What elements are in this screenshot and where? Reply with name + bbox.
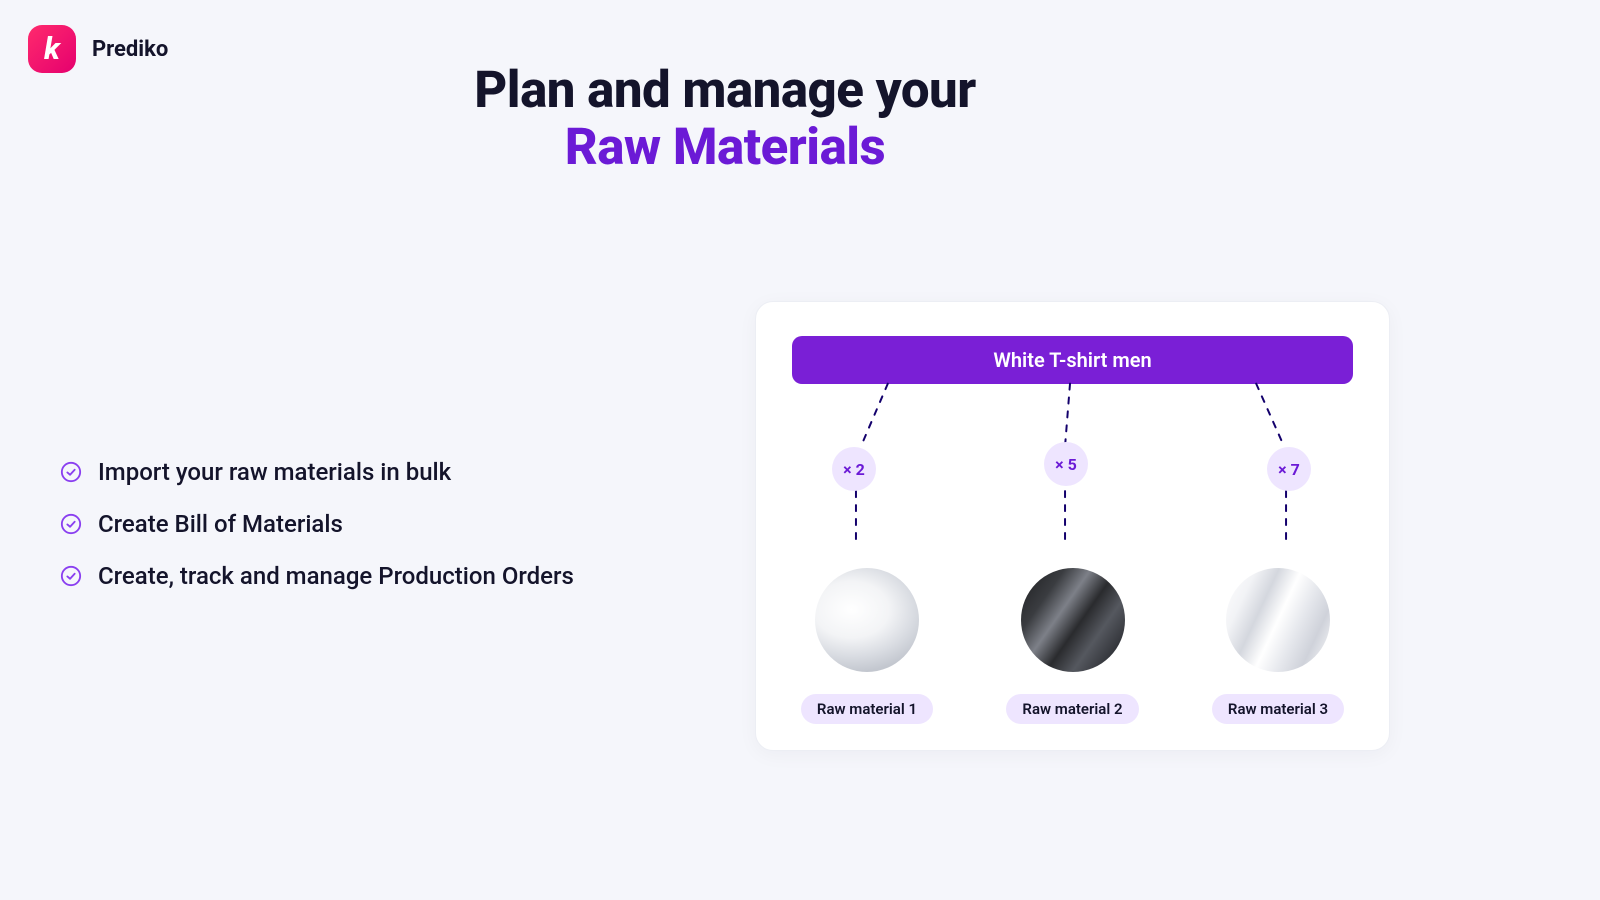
quantity-value: × 5 [1055,455,1077,474]
check-circle-icon [60,461,82,483]
brand-name: Prediko [92,37,168,62]
feature-text: Create Bill of Materials [98,510,343,538]
quantity-badge: × 7 [1267,447,1311,491]
material-swatch-icon [1226,568,1330,672]
check-circle-icon [60,513,82,535]
materials-row: Raw material 1 Raw material 2 Raw materi… [792,568,1353,724]
feature-item: Import your raw materials in bulk [60,458,574,486]
product-name: White T-shirt men [993,348,1151,372]
material-label: Raw material 3 [1212,694,1344,724]
quantity-badge: × 2 [832,447,876,491]
feature-list: Import your raw materials in bulk Create… [60,458,574,590]
feature-item: Create, track and manage Production Orde… [60,562,574,590]
material-swatch-icon [815,568,919,672]
headline-line-2: Raw Materials [0,119,1450,176]
check-circle-icon [60,565,82,587]
feature-text: Create, track and manage Production Orde… [98,562,574,590]
material-label: Raw material 2 [1006,694,1138,724]
material-item: Raw material 1 [792,568,942,724]
bom-diagram-card: White T-shirt men × 2 × 5 × 7 Raw materi… [755,301,1390,751]
product-pill: White T-shirt men [792,336,1353,384]
page-headline: Plan and manage your Raw Materials [0,62,1450,176]
headline-line-1: Plan and manage your [0,62,1450,119]
feature-text: Import your raw materials in bulk [98,458,451,486]
quantity-value: × 7 [1278,460,1300,479]
quantity-value: × 2 [843,460,865,479]
material-item: Raw material 3 [1203,568,1353,724]
feature-item: Create Bill of Materials [60,510,574,538]
material-item: Raw material 2 [998,568,1148,724]
material-swatch-icon [1021,568,1125,672]
material-label: Raw material 1 [801,694,933,724]
quantity-badge: × 5 [1044,442,1088,486]
